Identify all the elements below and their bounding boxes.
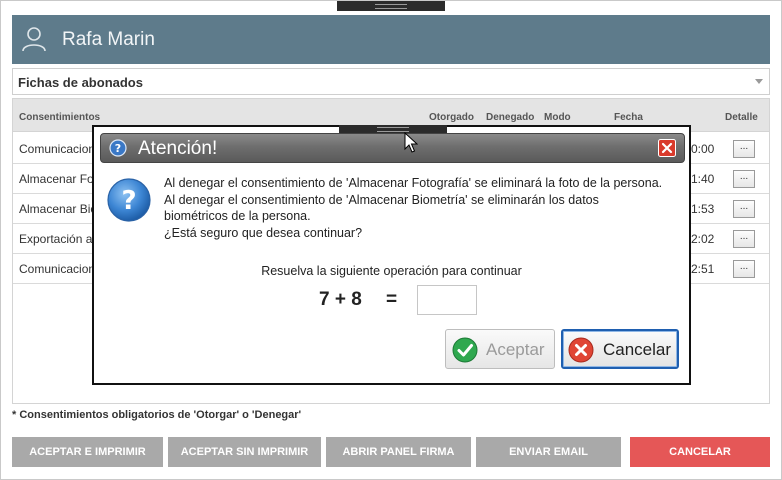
- col-detalle: Detalle: [725, 112, 758, 123]
- attention-dialog: ? Atención! ? Al denegar el consentimien…: [92, 125, 691, 385]
- row-consent-name: Exportación a: [19, 232, 93, 246]
- cancel-x-icon: [568, 337, 594, 363]
- message-line: Al denegar el consentimiento de 'Almacen…: [164, 192, 599, 207]
- select-value: Fichas de abonados: [18, 75, 143, 90]
- captcha-expression: 7 + 8: [319, 289, 362, 310]
- dialog-title: Atención!: [138, 138, 218, 159]
- open-sign-panel-button[interactable]: ABRIR PANEL FIRMA: [326, 437, 471, 467]
- row-date: 0:00: [691, 142, 715, 156]
- accept-label: Aceptar: [486, 340, 545, 359]
- row-date: 2:02: [691, 232, 715, 246]
- cancel-label: Cancelar: [603, 340, 672, 359]
- mouse-cursor-icon: [404, 132, 418, 153]
- row-consent-name: Comunicacion: [19, 262, 96, 276]
- col-fecha: Fecha: [614, 112, 643, 123]
- row-consent-name: Almacenar Bio: [19, 202, 98, 216]
- mandatory-footnote: * Consentimientos obligatorios de 'Otorg…: [12, 409, 302, 421]
- col-modo: Modo: [544, 112, 571, 123]
- help-icon: ?: [109, 139, 127, 157]
- chevron-down-icon: [755, 79, 763, 84]
- main-window: Rafa Marin Fichas de abonados Consentimi…: [0, 0, 782, 480]
- send-email-button[interactable]: ENVIAR EMAIL: [476, 437, 621, 467]
- dialog-drag-handle[interactable]: [339, 125, 447, 133]
- detail-button[interactable]: ...: [733, 140, 755, 158]
- cancel-dialog-button[interactable]: Cancelar: [561, 329, 679, 369]
- dialog-titlebar: ? Atención!: [100, 133, 685, 163]
- row-consent-name: Comunicacion: [19, 142, 96, 156]
- user-header: Rafa Marin: [12, 15, 770, 64]
- col-denegado: Denegado: [486, 112, 535, 123]
- captcha-prompt: Resuelva la siguiente operación para con…: [261, 264, 522, 278]
- row-consent-name: Almacenar Fo: [19, 172, 94, 186]
- col-consentimientos: Consentimientos: [19, 112, 101, 123]
- accept-button[interactable]: Aceptar: [445, 329, 555, 369]
- row-date: 1:40: [691, 172, 715, 186]
- captcha-answer-input[interactable]: [417, 285, 477, 315]
- cancel-button[interactable]: CANCELAR: [630, 437, 770, 467]
- close-icon[interactable]: [658, 139, 676, 157]
- row-date: 2:51: [691, 262, 715, 276]
- message-line: biométricos de la persona.: [164, 209, 311, 223]
- detail-button[interactable]: ...: [733, 230, 755, 248]
- row-date: 1:53: [691, 202, 715, 216]
- detail-button[interactable]: ...: [733, 200, 755, 218]
- message-line: Al denegar el consentimiento de 'Almacen…: [164, 176, 663, 190]
- svg-text:?: ?: [115, 142, 121, 155]
- svg-text:?: ?: [121, 186, 136, 216]
- check-icon: [452, 337, 478, 363]
- question-icon: ?: [107, 178, 151, 222]
- accept-print-button[interactable]: ACEPTAR E IMPRIMIR: [12, 437, 163, 467]
- subscriber-records-select[interactable]: Fichas de abonados: [12, 68, 770, 95]
- user-name: Rafa Marin: [62, 29, 155, 50]
- detail-button[interactable]: ...: [733, 260, 755, 278]
- detail-button[interactable]: ...: [733, 170, 755, 188]
- user-icon: [22, 27, 46, 52]
- window-drag-handle[interactable]: [337, 1, 445, 11]
- dialog-message: Al denegar el consentimiento de 'Almacen…: [164, 175, 684, 241]
- accept-no-print-button[interactable]: ACEPTAR SIN IMPRIMIR: [168, 437, 321, 467]
- message-line: ¿Está seguro que desea continuar?: [164, 225, 363, 240]
- col-otorgado: Otorgado: [429, 112, 474, 123]
- captcha-equals: =: [386, 289, 398, 310]
